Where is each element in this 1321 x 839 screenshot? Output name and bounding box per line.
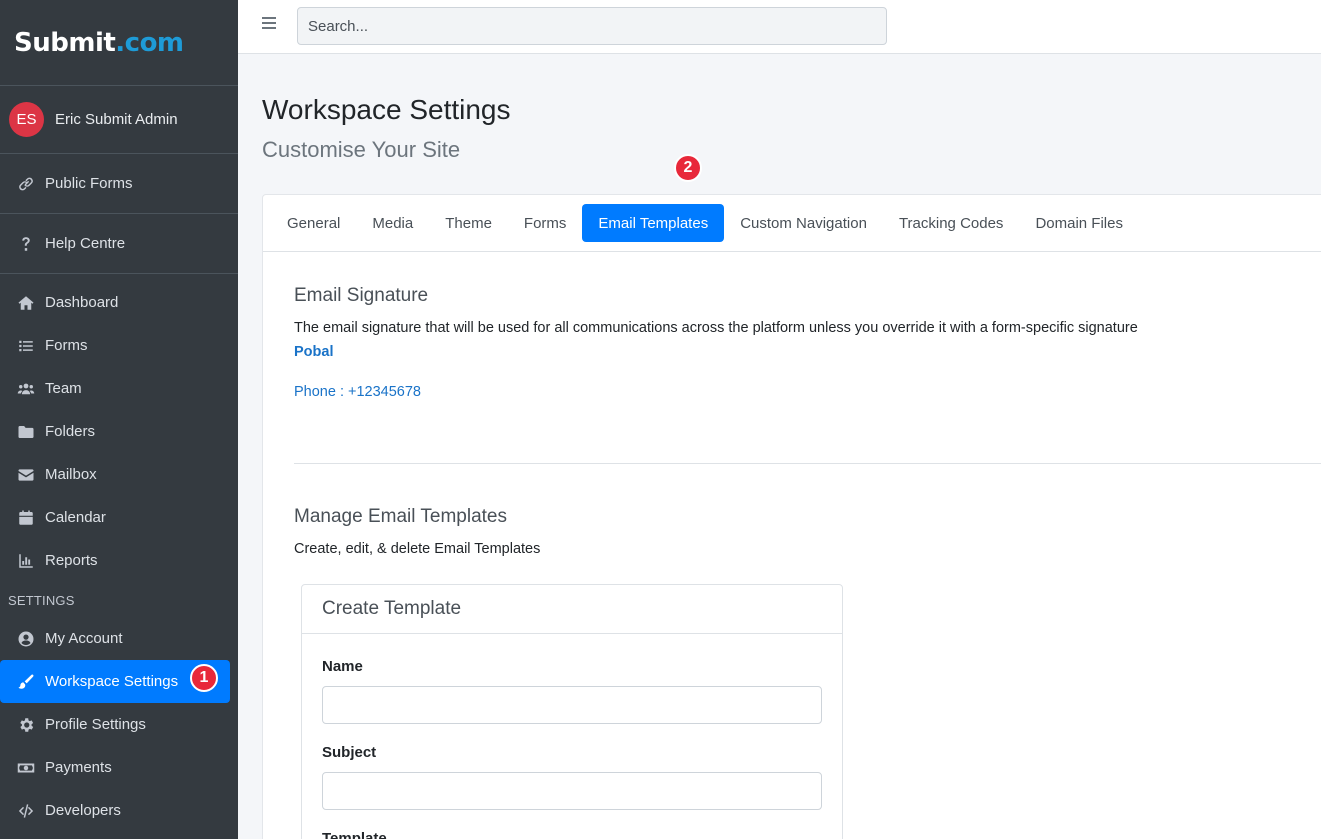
manage-templates-title: Manage Email Templates bbox=[294, 506, 507, 527]
tab-media[interactable]: Media bbox=[356, 204, 429, 242]
avatar: ES bbox=[9, 102, 44, 137]
signature-name: Pobal bbox=[294, 344, 334, 360]
question-icon bbox=[16, 235, 36, 253]
sidebar-item-label: Payments bbox=[45, 759, 112, 776]
create-template-card: Create Template Name Subject Template bbox=[301, 584, 843, 839]
user-circle-icon bbox=[16, 630, 36, 648]
link-icon bbox=[16, 175, 36, 193]
envelope-icon bbox=[16, 466, 36, 484]
settings-card: General Media Theme Forms Email Template… bbox=[262, 194, 1321, 839]
sidebar-item-label: My Account bbox=[45, 630, 123, 647]
sidebar-item-workspace-settings[interactable]: Workspace Settings 1 bbox=[0, 660, 230, 703]
settings-section-header: SETTINGS bbox=[8, 593, 75, 608]
users-icon bbox=[16, 380, 36, 398]
tab-custom-navigation[interactable]: Custom Navigation bbox=[724, 204, 883, 242]
brand-name-part2: .com bbox=[115, 27, 184, 58]
user-panel[interactable]: ES Eric Submit Admin bbox=[0, 86, 238, 154]
sidebar-item-help-centre[interactable]: Help Centre bbox=[0, 214, 238, 274]
create-template-title: Create Template bbox=[302, 585, 842, 634]
annotation-badge-2: 2 bbox=[674, 154, 702, 182]
sidebar-item-label: Forms bbox=[45, 337, 88, 354]
tab-tracking-codes[interactable]: Tracking Codes bbox=[883, 204, 1020, 242]
sidebar-item-profile-settings[interactable]: Profile Settings bbox=[0, 703, 238, 746]
page-subtitle: Customise Your Site bbox=[262, 137, 461, 162]
calendar-icon bbox=[16, 509, 36, 527]
signature-phone: Phone : +12345678 bbox=[294, 384, 421, 400]
sidebar-item-label: Help Centre bbox=[45, 235, 126, 252]
tab-domain-files[interactable]: Domain Files bbox=[1019, 204, 1139, 242]
user-name: Eric Submit Admin bbox=[55, 111, 178, 128]
sidebar-item-developers[interactable]: Developers bbox=[0, 789, 238, 832]
paintbrush-icon bbox=[16, 673, 36, 691]
sidebar-item-folders[interactable]: Folders bbox=[0, 410, 238, 453]
sidebar-item-label: Dashboard bbox=[45, 294, 119, 311]
top-navbar bbox=[238, 0, 1321, 54]
brand-name-part1: Submit bbox=[14, 27, 116, 58]
sidebar-item-payments[interactable]: Payments bbox=[0, 746, 238, 789]
sidebar: Submit.com ES Eric Submit Admin Public F… bbox=[0, 0, 238, 839]
chart-icon bbox=[16, 552, 36, 570]
sidebar-item-forms[interactable]: Forms bbox=[0, 324, 238, 367]
folder-icon bbox=[16, 423, 36, 441]
sidebar-item-label: Public Forms bbox=[45, 175, 133, 192]
sidebar-item-label: Reports bbox=[45, 552, 98, 569]
home-icon bbox=[16, 294, 36, 312]
sidebar-item-dashboard[interactable]: Dashboard bbox=[0, 281, 238, 324]
sidebar-item-label: Profile Settings bbox=[45, 716, 146, 733]
list-icon bbox=[16, 337, 36, 355]
template-subject-input[interactable] bbox=[322, 772, 822, 810]
code-icon bbox=[16, 802, 36, 820]
manage-templates-description: Create, edit, & delete Email Templates bbox=[294, 541, 541, 557]
template-name-input[interactable] bbox=[322, 686, 822, 724]
brand-logo[interactable]: Submit.com bbox=[0, 0, 238, 86]
sidebar-item-public-forms[interactable]: Public Forms bbox=[0, 154, 238, 214]
tab-general[interactable]: General bbox=[271, 204, 356, 242]
sidebar-item-team[interactable]: Team bbox=[0, 367, 238, 410]
sidebar-item-label: Mailbox bbox=[45, 466, 97, 483]
tab-forms[interactable]: Forms bbox=[508, 204, 583, 242]
name-label: Name bbox=[322, 658, 363, 675]
annotation-badge-1: 1 bbox=[190, 664, 218, 692]
search-input[interactable] bbox=[297, 7, 887, 45]
sidebar-item-reports[interactable]: Reports bbox=[0, 539, 238, 582]
subject-label: Subject bbox=[322, 744, 377, 761]
email-signature-title: Email Signature bbox=[294, 285, 429, 306]
sidebar-item-mailbox[interactable]: Mailbox bbox=[0, 453, 238, 496]
sidebar-item-label: Folders bbox=[45, 423, 96, 440]
email-signature-description: The email signature that will be used fo… bbox=[294, 320, 1138, 336]
money-icon bbox=[16, 759, 36, 777]
tab-email-templates[interactable]: Email Templates bbox=[582, 204, 725, 242]
sidebar-item-calendar[interactable]: Calendar bbox=[0, 496, 238, 539]
settings-tabs: General Media Theme Forms Email Template… bbox=[263, 195, 1321, 252]
sidebar-item-my-account[interactable]: My Account bbox=[0, 617, 238, 660]
sidebar-item-label: Workspace Settings bbox=[45, 673, 179, 690]
sidebar-item-label: Developers bbox=[45, 802, 121, 819]
sidebar-item-label: Team bbox=[45, 380, 82, 397]
section-divider bbox=[294, 463, 1321, 464]
menu-toggle-icon[interactable] bbox=[262, 17, 276, 31]
gear-icon bbox=[16, 716, 36, 734]
template-label: Template bbox=[322, 830, 387, 839]
page-title: Workspace Settings bbox=[262, 94, 511, 125]
sidebar-item-label: Calendar bbox=[45, 509, 106, 526]
tab-theme[interactable]: Theme bbox=[429, 204, 508, 242]
